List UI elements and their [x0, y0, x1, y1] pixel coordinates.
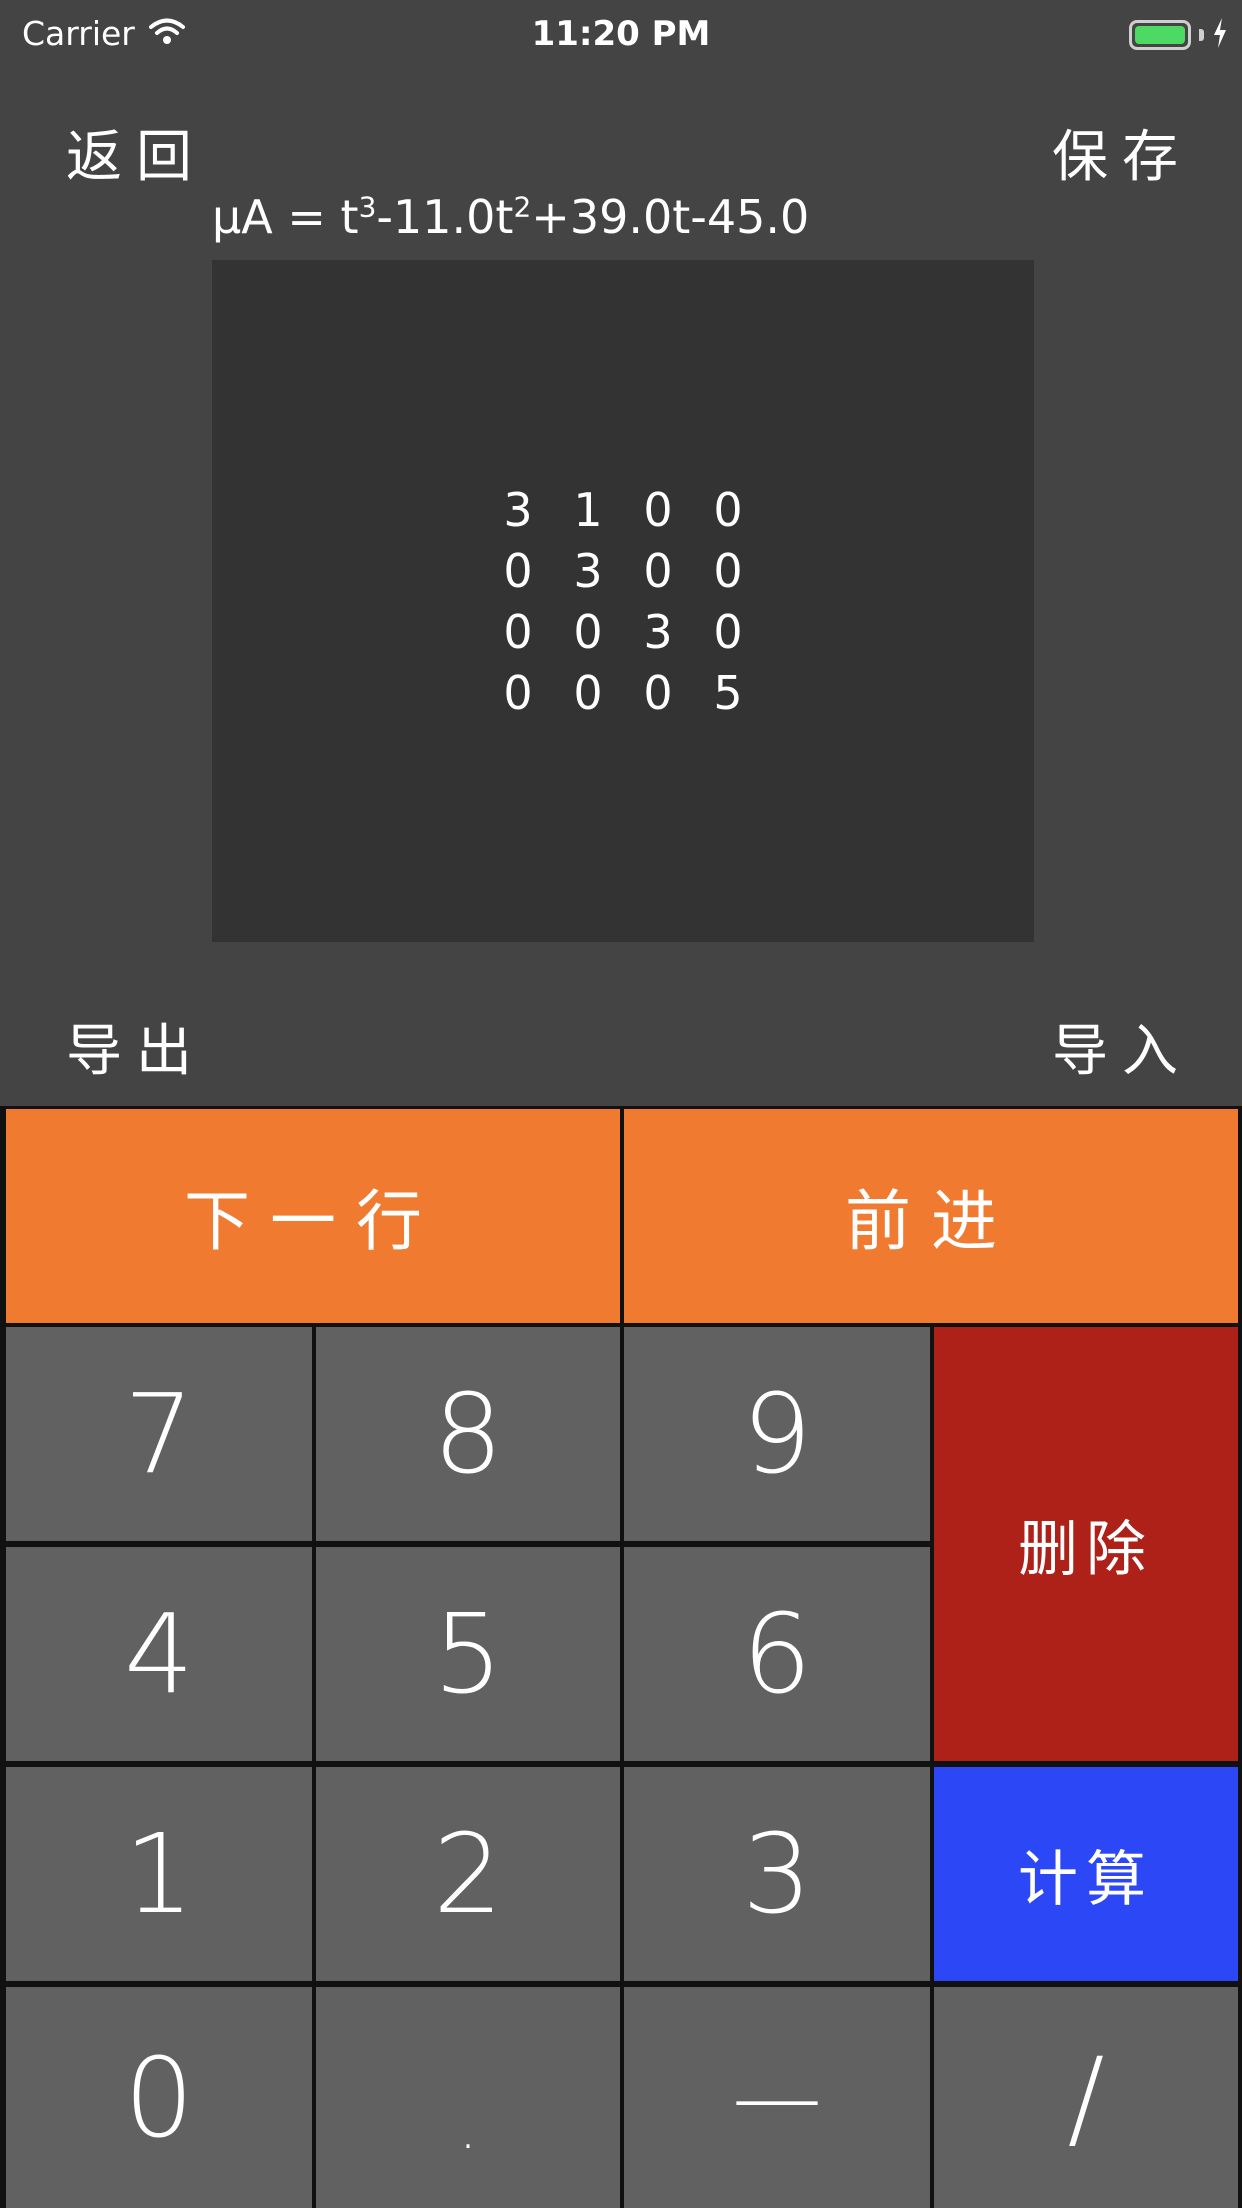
- matrix-display: 3 1 0 0 0 3 0 0 0 0 3 0 0 0 0 5: [212, 260, 1034, 942]
- matrix-cell: 3: [573, 544, 603, 598]
- formula-prefix: μA = t: [212, 190, 359, 244]
- matrix-row: 3 1 0 0: [483, 480, 763, 541]
- matrix-cell: 0: [503, 666, 533, 720]
- bolt-icon: [1212, 18, 1228, 52]
- matrix-cell: 0: [573, 605, 603, 659]
- formula-exponent-3: 3: [358, 190, 377, 224]
- matrix-cell: 3: [643, 605, 673, 659]
- import-button[interactable]: 导入: [1052, 1006, 1192, 1087]
- key-8[interactable]: 8: [316, 1327, 620, 1541]
- matrix-cell: 0: [573, 666, 603, 720]
- matrix-cell: 5: [713, 666, 743, 720]
- battery-level-fill: [1135, 26, 1185, 44]
- matrix-cell: 0: [503, 544, 533, 598]
- keypad: 下一行 前进 7 8 9 删除 4 5 6 1 2 3 计算 0 . — /: [0, 1106, 1242, 2208]
- next-row-button[interactable]: 下一行: [6, 1109, 620, 1323]
- matrix-grid: 3 1 0 0 0 3 0 0 0 0 3 0 0 0 0 5: [212, 480, 1034, 724]
- key-fraction-slash[interactable]: /: [934, 1987, 1238, 2208]
- characteristic-polynomial: μA = t3-11.0t2+39.0t-45.0: [212, 190, 809, 244]
- matrix-cell: 0: [713, 605, 743, 659]
- export-button[interactable]: 导出: [66, 1006, 206, 1087]
- key-decimal-point[interactable]: .: [316, 1987, 620, 2208]
- forward-button[interactable]: 前进: [624, 1109, 1238, 1323]
- key-7[interactable]: 7: [6, 1327, 312, 1541]
- key-5[interactable]: 5: [316, 1547, 620, 1761]
- matrix-row: 0 0 0 5: [483, 663, 763, 724]
- save-button[interactable]: 保存: [1052, 112, 1192, 193]
- key-4[interactable]: 4: [6, 1547, 312, 1761]
- compute-button[interactable]: 计算: [934, 1767, 1238, 1981]
- key-3[interactable]: 3: [624, 1767, 930, 1981]
- back-button[interactable]: 返回: [66, 112, 206, 193]
- key-minus[interactable]: —: [624, 1987, 930, 2208]
- key-0[interactable]: 0: [6, 1987, 312, 2208]
- key-1[interactable]: 1: [6, 1767, 312, 1981]
- delete-button[interactable]: 删除: [934, 1327, 1238, 1761]
- battery-icon: [1129, 20, 1191, 50]
- matrix-cell: 0: [643, 483, 673, 537]
- status-time: 11:20 PM: [531, 14, 711, 54]
- matrix-cell: 0: [713, 483, 743, 537]
- matrix-cell: 3: [503, 483, 533, 537]
- matrix-cell: 0: [643, 544, 673, 598]
- matrix-cell: 0: [713, 544, 743, 598]
- key-6[interactable]: 6: [624, 1547, 930, 1761]
- matrix-cell: 1: [573, 483, 603, 537]
- matrix-row: 0 0 3 0: [483, 602, 763, 663]
- key-2[interactable]: 2: [316, 1767, 620, 1981]
- key-9[interactable]: 9: [624, 1327, 930, 1541]
- status-right: [1129, 18, 1228, 52]
- matrix-cell: 0: [503, 605, 533, 659]
- formula-rest: +39.0t-45.0: [531, 190, 810, 244]
- formula-term-t2: -11.0t: [376, 190, 514, 244]
- formula-exponent-2: 2: [513, 190, 532, 224]
- matrix-row: 0 3 0 0: [483, 541, 763, 602]
- matrix-cell: 0: [643, 666, 673, 720]
- battery-cap: [1199, 29, 1204, 41]
- status-bar: Carrier 11:20 PM: [0, 0, 1242, 80]
